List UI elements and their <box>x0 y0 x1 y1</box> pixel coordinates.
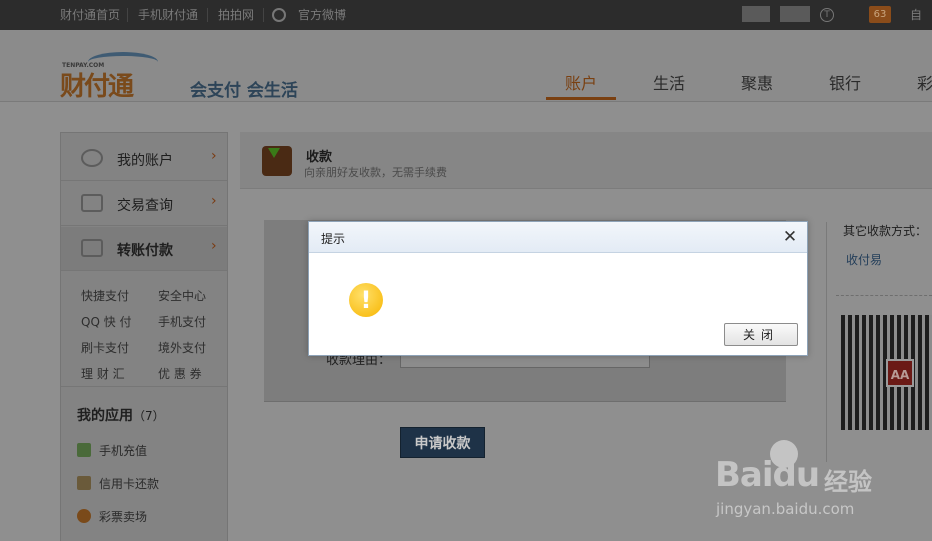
app-item-credit-card[interactable]: 信用卡还款 <box>77 475 159 492</box>
wallet-icon <box>262 146 292 176</box>
link-quick-pay[interactable]: 快捷支付 <box>81 287 129 304</box>
transfer-arrows-icon <box>81 239 103 257</box>
dialog-titlebar: 提示 ✕ <box>309 222 807 253</box>
close-icon[interactable]: ✕ <box>781 227 799 247</box>
other-methods-label: 其它收款方式： <box>843 224 928 238</box>
watermark-url: jingyan.baidu.com <box>716 500 855 518</box>
page-subtitle: 向亲朋好友收款，无需手续费 <box>304 166 447 179</box>
alert-dialog: 提示 ✕ 关闭 <box>308 221 808 356</box>
sub-links: 快捷支付 安全中心 QQ 快 付 手机支付 刷卡支付 境外支付 理 财 汇 优 … <box>61 275 227 387</box>
nav-active-indicator <box>546 97 616 100</box>
left-sidebar: 我的账户 › 交易查询 › 转账付款 › 快捷支付 安全中心 QQ 快 付 手机… <box>60 132 228 541</box>
link-mobile-tenpay[interactable]: 手机财付通 <box>138 0 198 30</box>
aa-badge: AA <box>886 359 914 387</box>
sidebar-item-label: 我的账户 <box>117 153 173 169</box>
user-icon <box>81 149 103 167</box>
site-header: TENPAY.COM 财付通 会支付 会生活 账户 生活 聚惠 银行 彩 <box>0 30 932 102</box>
app-label: 手机充值 <box>99 444 148 458</box>
apply-receive-button[interactable]: 申请收款 <box>400 427 485 458</box>
phone-recharge-icon <box>77 443 91 457</box>
app-label: 彩票卖场 <box>99 510 148 524</box>
my-apps-count: （7） <box>133 409 165 423</box>
link-overseas-pay[interactable]: 境外支付 <box>158 339 206 356</box>
link-tenpay-home[interactable]: 财付通首页 <box>60 0 120 30</box>
link-wealth[interactable]: 理 财 汇 <box>81 365 125 382</box>
link-official-weibo[interactable]: 官方微博 <box>298 0 346 30</box>
page-title: 收款 <box>306 150 333 165</box>
app-item-lottery[interactable]: 彩票卖场 <box>77 508 147 525</box>
blurred-avatar <box>742 6 770 22</box>
tenpay-logo[interactable]: 财付通 <box>60 66 134 103</box>
chevron-right-icon: › <box>211 238 217 254</box>
weibo-icon <box>272 8 286 22</box>
message-count-badge[interactable]: 63 <box>869 6 891 23</box>
link-card-swipe-pay[interactable]: 刷卡支付 <box>81 339 129 356</box>
user-menu[interactable]: 自映 <box>910 0 932 52</box>
chevron-right-icon: › <box>211 148 217 164</box>
dialog-close-button[interactable]: 关闭 <box>724 323 798 346</box>
sidebar-item-my-account[interactable]: 我的账户 › <box>61 137 227 181</box>
dialog-title: 提示 <box>321 232 346 246</box>
sidebar-item-label: 交易查询 <box>117 198 173 214</box>
lottery-icon <box>77 509 91 523</box>
page-header: 收款 向亲朋好友收款，无需手续费 <box>240 132 932 189</box>
watermark-jingyan: 经验 <box>824 468 872 496</box>
link-coupons[interactable]: 优 惠 券 <box>158 365 202 382</box>
link-paipai[interactable]: 拍拍网 <box>218 0 254 30</box>
divider <box>836 295 932 296</box>
app-label: 信用卡还款 <box>99 477 160 491</box>
credit-card-icon <box>77 476 91 490</box>
link-security-center[interactable]: 安全中心 <box>158 287 206 304</box>
divider <box>826 222 827 462</box>
search-record-icon <box>81 194 103 212</box>
blurred-username <box>780 6 810 22</box>
sidebar-item-transfer[interactable]: 转账付款 › <box>61 227 227 271</box>
shoufuyi-link[interactable]: 收付易 <box>846 251 882 268</box>
nav-lottery[interactable]: 彩 <box>917 70 932 94</box>
top-bar: 财付通首页 手机财付通 拍拍网 官方微博 T 63 自映 <box>0 0 932 52</box>
my-apps-label: 我的应用 <box>77 408 133 424</box>
my-apps-title: 我的应用（7） <box>77 405 165 425</box>
warning-icon <box>349 283 383 317</box>
chevron-right-icon: › <box>211 193 217 209</box>
app-item-phone-recharge[interactable]: 手机充值 <box>77 442 147 459</box>
divider <box>263 8 264 22</box>
nav-account[interactable]: 账户 <box>565 70 597 94</box>
sidebar-item-label: 转账付款 <box>117 243 173 259</box>
watermark-brand: Baidu <box>715 455 820 495</box>
divider <box>207 8 208 22</box>
divider <box>127 8 128 22</box>
link-qq-quick-pay[interactable]: QQ 快 付 <box>81 313 132 330</box>
nav-life[interactable]: 生活 <box>653 70 685 94</box>
link-mobile-pay[interactable]: 手机支付 <box>158 313 206 330</box>
nav-deals[interactable]: 聚惠 <box>741 70 773 94</box>
slogan: 会支付 会生活 <box>190 81 298 101</box>
tencent-icon[interactable]: T <box>820 8 834 22</box>
nav-bank[interactable]: 银行 <box>829 70 861 94</box>
sidebar-item-transaction-query[interactable]: 交易查询 › <box>61 182 227 226</box>
